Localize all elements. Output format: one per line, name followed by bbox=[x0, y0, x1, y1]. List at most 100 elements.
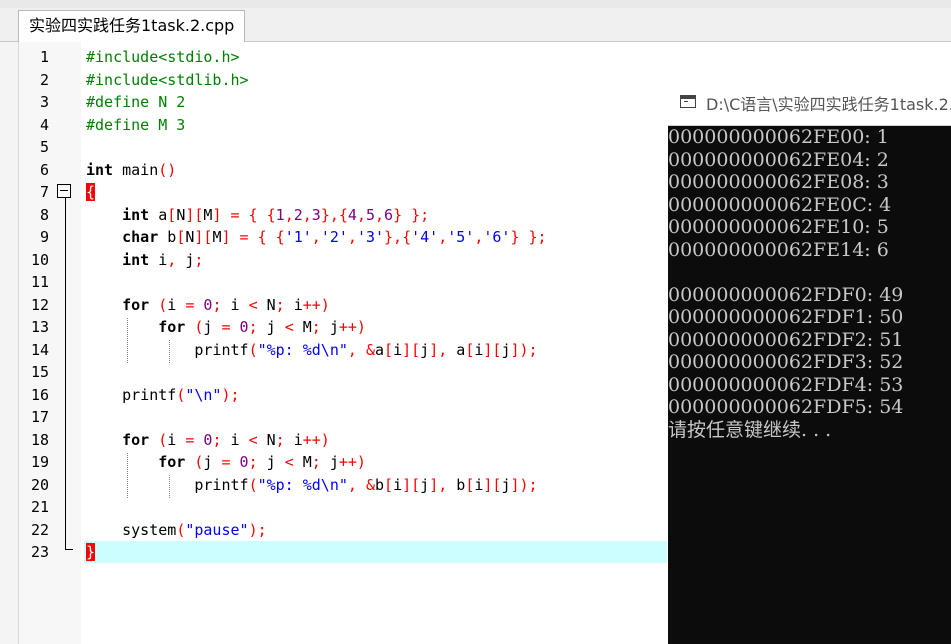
code-token: j bbox=[203, 453, 222, 471]
console-line: 000000000062FE04: 2 bbox=[668, 148, 889, 171]
console-line: 000000000062FE10: 5 bbox=[668, 216, 889, 238]
code-token: a bbox=[447, 340, 466, 359]
code-token: , bbox=[347, 228, 357, 246]
line-number: 11 bbox=[30, 273, 49, 291]
code-token: , bbox=[311, 228, 321, 246]
console-title-bar[interactable]: D:\C语言\实验四实践任务1task.2.exe bbox=[668, 80, 951, 126]
code-token: 2 bbox=[293, 205, 303, 224]
line-number: 22 bbox=[30, 520, 49, 539]
code-token: printf bbox=[86, 340, 249, 359]
code-line: #include<stdio.h> bbox=[86, 46, 547, 69]
code-token: ], bbox=[429, 475, 448, 494]
code-token: ] = { { bbox=[212, 205, 276, 224]
code-token: j bbox=[320, 318, 339, 336]
code-token: , bbox=[438, 228, 448, 246]
code-token: j bbox=[176, 250, 195, 269]
code-line: for (j = 0; j < M; j++) bbox=[86, 451, 547, 474]
code-token: & bbox=[365, 340, 375, 359]
code-token: [ bbox=[465, 475, 475, 494]
code-token: printf bbox=[86, 385, 177, 404]
code-line: for (j = 0; j < M; j++) bbox=[86, 316, 547, 339]
line-number: 14 bbox=[30, 340, 49, 359]
console-line: 000000000062FDF5: 54 bbox=[668, 396, 904, 418]
code-token: ][ bbox=[185, 205, 204, 224]
code-token: #include<stdlib.h> bbox=[86, 70, 249, 89]
source-code[interactable]: #include<stdio.h> #include<stdlib.h> #defi… bbox=[86, 46, 547, 564]
code-token: ][ bbox=[483, 340, 502, 359]
code-token: j bbox=[320, 453, 339, 471]
console-line: 000000000062FDF4: 53 bbox=[668, 373, 904, 396]
code-line: #include<stdlib.h> bbox=[86, 69, 547, 92]
code-token: 6 bbox=[384, 205, 394, 224]
console-window[interactable]: D:\C语言\实验四实践任务1task.2.exe 000000000062FE… bbox=[668, 80, 951, 644]
code-token: [ bbox=[465, 340, 475, 359]
code-token: ; bbox=[311, 318, 321, 336]
code-token: main bbox=[113, 160, 159, 179]
fold-guide-line bbox=[65, 198, 66, 549]
code-token: , bbox=[167, 250, 177, 269]
code-token: "pause" bbox=[185, 520, 249, 539]
code-token: printf bbox=[86, 475, 249, 494]
code-token: N bbox=[257, 430, 276, 449]
code-token: ]); bbox=[510, 340, 538, 359]
code-token: ++) bbox=[338, 453, 366, 471]
code-line: for (i = 0; i < N; i++) bbox=[86, 429, 547, 452]
code-token: i bbox=[167, 295, 186, 314]
code-token: < bbox=[248, 295, 258, 314]
code-token: j bbox=[420, 475, 430, 494]
code-token: < bbox=[284, 318, 294, 336]
fold-end-marker bbox=[65, 549, 73, 550]
code-token: for bbox=[122, 295, 150, 314]
console-line: 000000000062FDF3: 52 bbox=[668, 351, 904, 373]
tab-file[interactable]: 实验四实践任务1task.2.cpp bbox=[18, 10, 246, 42]
code-token: , bbox=[284, 205, 294, 224]
console-output: 000000000062FE00: 1 000000000062FE04: 2 00… bbox=[668, 126, 903, 441]
console-line: 000000000062FE0C: 4 bbox=[668, 193, 892, 216]
line-number: 13 bbox=[30, 318, 49, 336]
code-token: < bbox=[284, 453, 294, 471]
code-token: for bbox=[158, 318, 186, 336]
code-token: ( bbox=[248, 340, 258, 359]
code-token: [ bbox=[384, 340, 394, 359]
code-token: #define N 2 bbox=[86, 93, 186, 111]
code-token: #include<stdio.h> bbox=[86, 48, 240, 66]
code-token: 4 bbox=[347, 205, 357, 224]
code-token: '2' bbox=[320, 228, 348, 246]
fold-collapse-icon[interactable] bbox=[57, 184, 71, 198]
code-token: '4' bbox=[411, 228, 439, 246]
console-line: 请按任意键继续. . . bbox=[668, 418, 832, 441]
code-line: int i, j; bbox=[86, 249, 547, 272]
code-token: i bbox=[393, 340, 403, 359]
line-number: 15 bbox=[30, 363, 49, 381]
code-line: { bbox=[86, 181, 547, 204]
code-token: ; bbox=[194, 250, 204, 269]
code-token: [ bbox=[167, 205, 177, 224]
code-token: () bbox=[158, 160, 177, 179]
code-token: ( bbox=[158, 430, 168, 449]
line-number: 10 bbox=[30, 250, 49, 269]
code-token: M bbox=[293, 318, 312, 336]
code-token: < bbox=[248, 430, 258, 449]
code-token: ); bbox=[248, 520, 267, 539]
console-window-icon bbox=[680, 95, 696, 108]
code-token: '6' bbox=[483, 228, 511, 246]
code-token: 0 bbox=[239, 318, 249, 336]
code-token: N bbox=[176, 205, 186, 224]
line-number: 23 bbox=[30, 543, 49, 561]
code-token: M bbox=[293, 453, 312, 471]
console-line: 000000000062FE14: 6 bbox=[668, 238, 889, 261]
code-token: , bbox=[302, 205, 312, 224]
code-token: j bbox=[257, 318, 285, 336]
code-line: printf("%p: %d\n", &a[i][j], a[i][j]); bbox=[86, 339, 547, 362]
code-token: '3' bbox=[356, 228, 385, 246]
